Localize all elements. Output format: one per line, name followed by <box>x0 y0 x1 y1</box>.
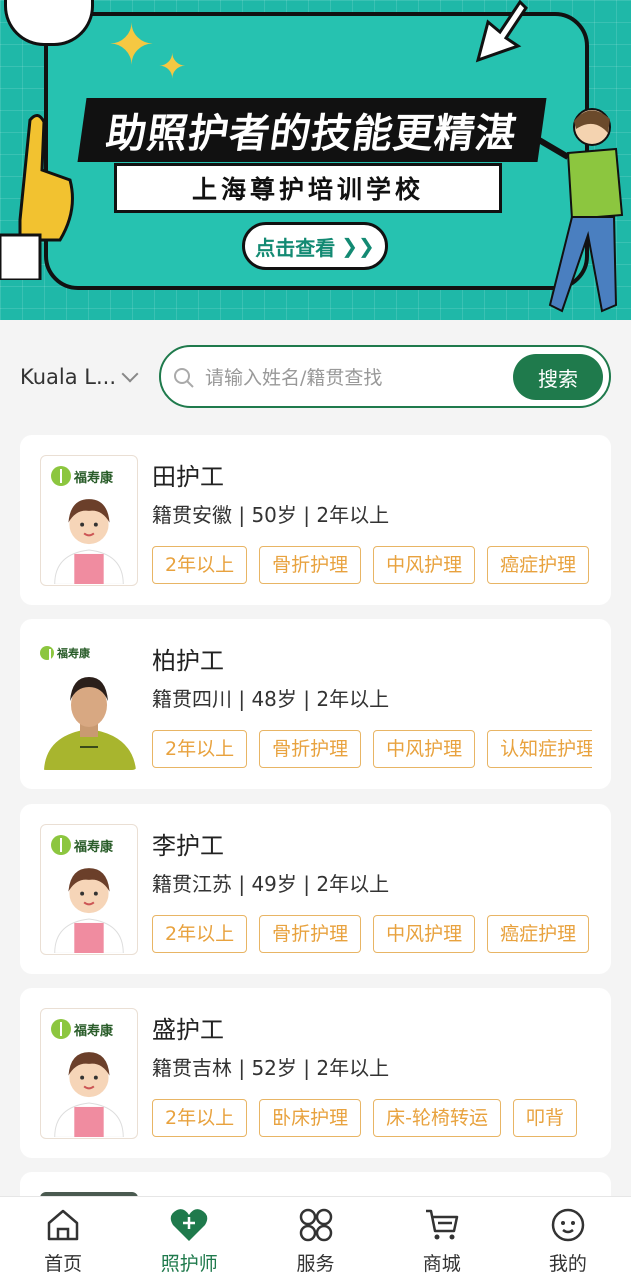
skill-tags: 2年以上 骨折护理 中风护理 癌症护理 <box>152 546 592 586</box>
caregiver-photo: 福寿康 <box>40 639 138 770</box>
caregiver-info: 籍贯吉林 | 52岁 | 2年以上 <box>152 1056 390 1080</box>
tab-services[interactable]: 服务 <box>252 1197 378 1280</box>
tab-home[interactable]: 首页 <box>0 1197 126 1280</box>
services-grid-icon <box>299 1208 332 1242</box>
sparkle-icon: ✦ <box>108 13 155 78</box>
search-input[interactable] <box>205 361 505 395</box>
bottom-tab-bar: 首页 照护师 服务 商城 我的 <box>0 1196 631 1280</box>
skill-tag: 叩背 <box>512 1099 577 1137</box>
caregiver-info: 籍贯江苏 | 49岁 | 2年以上 <box>152 872 390 896</box>
chevron-down-icon <box>121 365 139 383</box>
heart-plus-icon <box>171 1209 208 1241</box>
skill-tag: 2年以上 <box>152 730 248 768</box>
skill-tags: 2年以上 骨折护理 中风护理 癌症护理 <box>152 915 592 955</box>
search-icon <box>174 368 194 388</box>
skill-tag: 骨折护理 <box>259 915 362 953</box>
caregiver-card[interactable]: 福寿康 田护工 籍贯安徽 | 50岁 | 2年以上 2年以上 骨折护理 中风护理 癌症… <box>20 435 611 605</box>
skill-tag: 骨折护理 <box>259 546 362 584</box>
promo-banner[interactable]: ✦ ✦ 助照护者的技能更精湛 上海尊护培训学校 点击查看 ❯❯ <box>0 0 631 320</box>
caregiver-avatar: 福寿康 <box>40 1008 138 1139</box>
tab-label: 服务 <box>296 1253 335 1275</box>
caregiver-avatar: 福寿康 <box>40 455 138 586</box>
skill-tag: 癌症护理 <box>487 915 590 953</box>
caregiver-info: 籍贯四川 | 48岁 | 2年以上 <box>152 687 390 711</box>
skill-tag: 癌症护理 <box>487 546 590 584</box>
skill-tags: 2年以上 骨折护理 中风护理 认知症护理 <box>152 730 592 770</box>
caregiver-name: 柏护工 <box>152 647 224 675</box>
search-row: Kuala L... 搜索 <box>0 345 631 409</box>
search-button[interactable]: 搜索 <box>513 354 603 400</box>
skill-tag: 2年以上 <box>152 1099 248 1137</box>
tab-caregivers[interactable]: 照护师 <box>126 1197 252 1280</box>
double-chevron-icon: ❯❯ <box>341 234 375 258</box>
skill-tag: 2年以上 <box>152 546 248 584</box>
caregiver-avatar: 福寿康 <box>40 824 138 955</box>
tab-label: 照护师 <box>160 1253 218 1275</box>
banner-cta-button[interactable]: 点击查看 ❯❯ <box>242 222 388 270</box>
skill-tag: 中风护理 <box>373 915 476 953</box>
caregiver-card[interactable]: 福寿康 李护工 籍贯江苏 | 49岁 | 2年以上 2年以上 骨折护理 中风护理 癌症… <box>20 804 611 974</box>
location-label: Kuala L... <box>20 365 117 389</box>
cursor-arrow-icon <box>475 0 528 63</box>
caregiver-name: 盛护工 <box>152 1016 224 1044</box>
caregiver-card[interactable]: 福寿康 柏护工 籍贯四川 | 48岁 | 2年以上 2年以上 骨折护理 中风护理 认知… <box>20 619 611 789</box>
skill-tag: 卧床护理 <box>259 1099 362 1137</box>
skill-tags: 2年以上 卧床护理 床-轮椅转运 叩背 <box>152 1099 592 1139</box>
tab-label: 首页 <box>44 1253 83 1275</box>
skill-tag: 中风护理 <box>373 730 476 768</box>
cartoon-caregiver-icon <box>54 1052 124 1138</box>
banner-title: 助照护者的技能更精湛 <box>77 98 547 162</box>
caregiver-card[interactable]: 福寿康 盛护工 籍贯吉林 | 52岁 | 2年以上 2年以上 卧床护理 床-轮椅转运… <box>20 988 611 1158</box>
search-box: 搜索 <box>159 345 611 408</box>
banner-subtitle: 上海尊护培训学校 <box>114 163 502 213</box>
cartoon-caregiver-icon <box>54 868 124 954</box>
caregiver-name: 李护工 <box>152 832 224 860</box>
sparkle-small-icon: ✦ <box>158 47 187 87</box>
tab-profile[interactable]: 我的 <box>505 1197 631 1280</box>
caregiver-info: 籍贯安徽 | 50岁 | 2年以上 <box>152 503 390 527</box>
cartoon-caregiver-icon <box>54 499 124 585</box>
caregiver-name: 田护工 <box>152 463 224 491</box>
skill-tag: 骨折护理 <box>259 730 362 768</box>
tab-label: 我的 <box>548 1253 587 1275</box>
home-icon <box>47 1209 79 1241</box>
profile-face-icon <box>551 1208 585 1242</box>
skill-tag: 认知症护理 <box>487 730 592 768</box>
banner-cta-label: 点击查看 <box>255 235 336 260</box>
skill-tag: 床-轮椅转运 <box>373 1099 501 1137</box>
caregiver-portrait-photo <box>44 677 136 770</box>
skill-tag: 2年以上 <box>152 915 248 953</box>
cart-icon <box>425 1209 458 1240</box>
skill-tag: 中风护理 <box>373 546 476 584</box>
tab-label: 商城 <box>422 1253 461 1275</box>
location-selector[interactable]: Kuala L... <box>20 363 139 391</box>
tab-mall[interactable]: 商城 <box>379 1197 505 1280</box>
pointing-hand-illustration <box>0 114 74 280</box>
